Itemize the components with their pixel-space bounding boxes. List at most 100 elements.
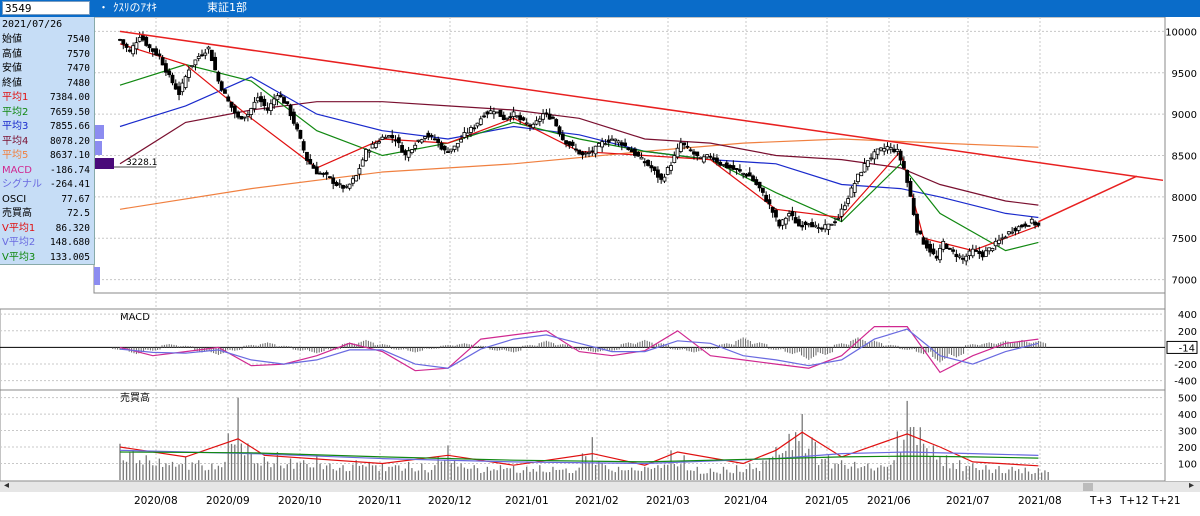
volume-tick-label: 500: [1178, 394, 1197, 405]
candle-body: [983, 250, 988, 257]
candle-body: [793, 217, 798, 224]
candle-body: [754, 179, 759, 185]
candle-body: [787, 213, 791, 217]
x-axis-month-label: 2021/04: [724, 495, 768, 507]
candle-body: [255, 97, 260, 102]
candle-body: [514, 115, 519, 118]
candle-body: [675, 147, 680, 158]
candle-body: [262, 98, 267, 107]
candle-body: [842, 205, 847, 210]
candle-body: [472, 127, 477, 130]
panel-row-label: 平均1: [2, 92, 29, 103]
candle-body: [1026, 225, 1031, 227]
candle-body: [150, 48, 155, 52]
candle-body: [803, 221, 808, 226]
candle-body: [737, 169, 742, 172]
candle-body: [429, 134, 434, 137]
panel-row: 平均4 8078.20: [2, 135, 90, 148]
candle-body: [370, 143, 375, 149]
candle-body: [918, 230, 923, 235]
candle-body: [928, 243, 933, 253]
candle-body: [334, 182, 339, 186]
panel-row: 平均2 7659.50: [2, 106, 90, 119]
candle-body: [321, 173, 326, 175]
candle-body: [137, 37, 142, 42]
candle-body: [931, 248, 936, 255]
panel-row-value: 7384.00: [49, 92, 90, 103]
candle-body: [639, 156, 644, 160]
candle-body: [183, 76, 188, 88]
candle-body: [547, 113, 552, 120]
candle-body: [924, 240, 929, 249]
scroll-thumb[interactable]: [1083, 483, 1093, 491]
panel-row: MACD -186.74: [2, 164, 90, 177]
panel-row-value: 7540: [67, 34, 90, 45]
window-control[interactable]: [1188, 0, 1198, 16]
candle-body: [564, 140, 568, 145]
candle-body: [449, 148, 454, 152]
candle-body: [951, 249, 955, 252]
volume-tick-label: 300: [1178, 427, 1197, 438]
candle-body: [747, 172, 752, 177]
separator-dot: ・: [98, 1, 109, 14]
panel-row: 売買高 72.5: [2, 207, 90, 220]
candle-body: [475, 122, 480, 127]
candle-body: [439, 142, 444, 150]
candle-body: [511, 111, 516, 117]
scroll-right-arrow-icon[interactable]: ▸: [1189, 480, 1194, 491]
candle-body: [350, 178, 355, 184]
candle-body: [780, 219, 785, 226]
candle-body: [291, 111, 296, 124]
candle-body: [708, 155, 713, 158]
candle-body: [997, 239, 1001, 244]
candle-body: [577, 149, 582, 155]
candle-body: [498, 109, 503, 117]
candle-body: [367, 150, 372, 153]
candle-body: [905, 169, 910, 183]
candle-body: [403, 150, 408, 156]
candle-body: [118, 38, 122, 41]
candle-body: [455, 142, 460, 148]
candle-body: [360, 159, 365, 167]
candle-body: [672, 155, 677, 163]
candle-body: [915, 213, 919, 233]
candle-body: [974, 250, 978, 252]
candle-body: [190, 65, 195, 68]
candle-body: [797, 219, 801, 227]
candle-body: [124, 43, 129, 48]
candle-body: [186, 69, 191, 78]
candle-body: [961, 257, 965, 260]
candle-body: [354, 175, 359, 182]
panel-row: V平均3 133.005: [2, 251, 90, 264]
candle-body: [711, 157, 716, 160]
candle-body: [859, 171, 864, 177]
stock-code-input[interactable]: 3549: [2, 1, 90, 15]
x-axis-future-label: T+21: [1152, 495, 1181, 507]
panel-row-label: 終値: [2, 77, 22, 89]
candle-body: [508, 116, 513, 119]
volume-tick-label: 200: [1178, 443, 1197, 454]
candle-body: [810, 222, 814, 228]
panel-row-label: シグナル: [2, 179, 42, 190]
candle-body: [1033, 221, 1037, 226]
panel-row-label: 平均3: [2, 121, 29, 132]
candle-body: [1036, 222, 1041, 226]
candle-body: [623, 142, 628, 146]
panel-row-value: 7659.50: [49, 106, 90, 118]
candle-body: [551, 116, 555, 119]
x-axis-month-label: 2020/10: [278, 495, 322, 507]
panel-row-label: 安値: [2, 63, 22, 74]
candle-body: [295, 123, 300, 130]
panel-row: シグナル -264.41: [2, 178, 90, 191]
scroll-left-arrow-icon[interactable]: ◂: [4, 480, 9, 491]
candle-body: [390, 134, 395, 139]
candle-body: [567, 141, 572, 146]
candle-body: [226, 96, 231, 102]
candle-body: [495, 111, 500, 114]
price-volume-bar: [94, 125, 104, 139]
candle-body: [446, 151, 450, 153]
candle-body: [452, 145, 457, 150]
candle-body: [852, 183, 857, 193]
candle-body: [682, 142, 687, 146]
chart-area[interactable]: 10000 9500 9000 8500 8000 7500 7000 3228.1 MACD 4…: [0, 17, 1200, 481]
